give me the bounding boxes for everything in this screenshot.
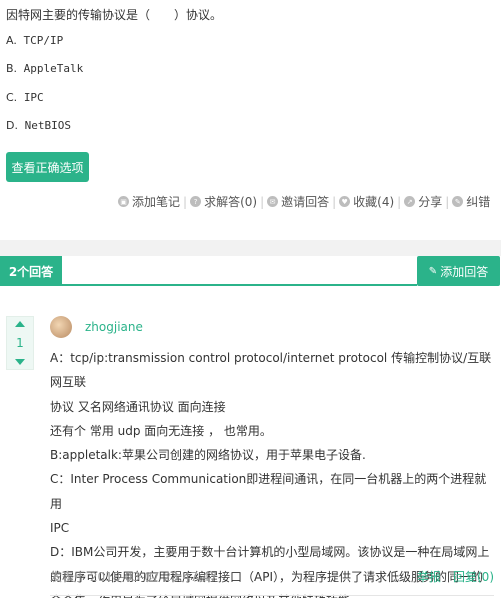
question-text: 因特网主要的传输协议是（ ）协议。 (6, 8, 223, 22)
answer-line: D：IBM公司开发，主要用于数十台计算机的小型局域网。该协议是一种在局域网上 (50, 545, 490, 560)
upvote-icon[interactable] (15, 321, 25, 327)
help-icon: ? (190, 196, 202, 207)
share-icon: ↗ (404, 196, 416, 207)
show-answer-button[interactable]: 查看正确选项 (6, 152, 89, 182)
downvote-icon[interactable] (15, 359, 25, 365)
vote-count: 1 (16, 336, 24, 350)
invite-icon: ✉ (267, 196, 279, 207)
answers-bar: 2个回答 ✎ 添加回答 (0, 256, 501, 286)
option-d: D. NetBIOS (6, 119, 71, 132)
favorite-action[interactable]: ♥ 收藏(4) (339, 193, 394, 210)
posted-timestamp: 发表于 2018-03-07 23:47:47 (50, 570, 218, 584)
reply-link[interactable]: 回复(0) (453, 568, 494, 585)
option-b: B. AppleTalk (6, 62, 84, 75)
report-error-action[interactable]: ✎ 纠错 (452, 193, 490, 210)
report-link[interactable]: 举报 (417, 568, 441, 585)
answer-content: A：tcp/ip:transmission control protocol/i… (50, 346, 495, 598)
ask-solution-action[interactable]: ? 求解答(0) (190, 193, 257, 210)
vote-box: 1 (6, 316, 34, 370)
option-c: C. IPC (6, 91, 44, 104)
answer-line: 命令集，作用是为了给局域网提供网络以及其他特殊功能 (50, 589, 495, 598)
invite-answer-action[interactable]: ✉ 邀请回答 (267, 193, 329, 210)
question-actions: ▣ 添加笔记 | ? 求解答(0) | ✉ 邀请回答 | ♥ 收藏(4) | ↗… (118, 193, 490, 210)
answer-line: C：Inter Process Communication即进程间通讯，在同一台… (50, 472, 487, 511)
avatar[interactable] (50, 316, 72, 338)
answer-username[interactable]: zhogjiane (85, 320, 143, 334)
answer-count-tab[interactable]: 2个回答 (0, 256, 62, 286)
section-divider (0, 240, 501, 256)
answer-line: IPC (50, 521, 70, 536)
answers-underline (62, 284, 417, 286)
share-action[interactable]: ↗ 分享 (404, 193, 442, 210)
answer-line: B:appletalk:苹果公司创建的网络协议，用于苹果电子设备. (50, 448, 366, 463)
answer-line: 协议 又名网络通讯协议 面向连接 (50, 399, 226, 414)
answer-line: 还有个 常用 udp 面向无连接 ， 也常用。 (50, 423, 272, 438)
add-answer-button[interactable]: ✎ 添加回答 (417, 256, 500, 286)
answer-footer: 发表于 2018-03-07 23:47:47 举报 回复(0) (50, 568, 494, 585)
option-a: A. TCP/IP (6, 34, 64, 47)
pencil-icon: ✎ (428, 265, 438, 277)
answer-line: A：tcp/ip:transmission control protocol/i… (50, 351, 492, 390)
add-note-action[interactable]: ▣ 添加笔记 (118, 193, 180, 210)
note-icon: ▣ (118, 196, 129, 207)
answer-bottom-divider (50, 595, 494, 596)
heart-icon: ♥ (339, 196, 351, 207)
edit-icon: ✎ (452, 196, 464, 207)
